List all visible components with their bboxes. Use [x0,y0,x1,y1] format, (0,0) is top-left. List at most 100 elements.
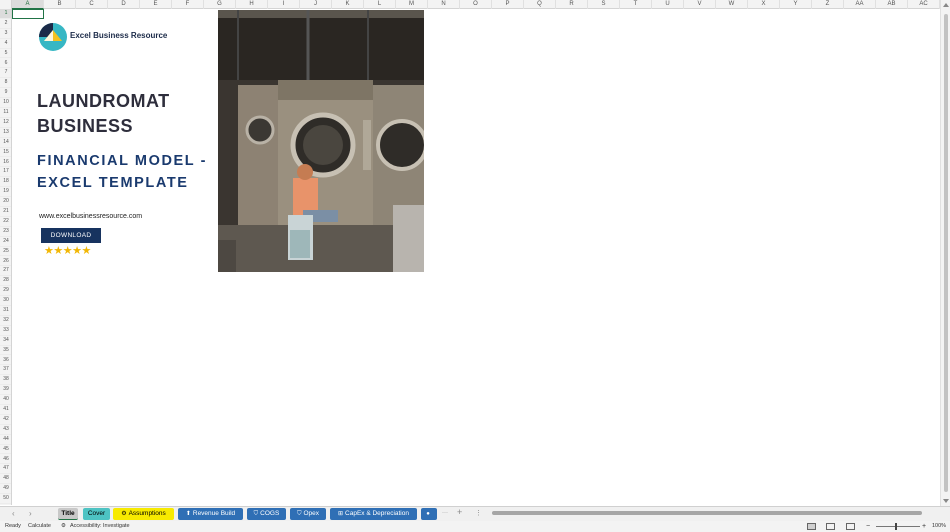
column-header[interactable]: AA [844,0,876,9]
column-header[interactable]: Q [524,0,556,9]
row-header[interactable]: 4 [0,39,11,49]
row-header[interactable]: 7 [0,68,11,79]
tab-scroll-left-icon[interactable]: ‹ [12,509,15,518]
row-header[interactable]: 15 [0,148,11,158]
tab-options-icon[interactable]: ⋮ [475,509,482,517]
column-header[interactable]: A [12,0,44,9]
row-header[interactable]: 22 [0,217,11,227]
row-header[interactable]: 18 [0,177,11,188]
row-header[interactable]: 14 [0,138,11,148]
page-break-preview-icon[interactable] [846,523,855,530]
zoom-slider-thumb[interactable] [895,523,897,530]
column-header[interactable]: R [556,0,588,9]
sheet-tab[interactable]: ⚙ Assumptions [113,508,174,520]
scroll-up-icon[interactable] [943,3,949,7]
column-header[interactable]: C [76,0,108,9]
vertical-scrollbar[interactable] [940,0,950,506]
row-header[interactable]: 1 [0,9,11,19]
column-header[interactable]: F [172,0,204,9]
column-header[interactable]: P [492,0,524,9]
column-header[interactable]: G [204,0,236,9]
sheet-tab[interactable]: ⛉ COGS [247,508,286,520]
row-header[interactable]: 31 [0,306,11,316]
sheet-tab[interactable]: Cover [83,508,110,520]
column-header[interactable]: W [716,0,748,9]
row-header[interactable]: 11 [0,108,11,118]
row-header[interactable]: 17 [0,167,11,178]
column-header[interactable]: V [684,0,716,9]
row-header[interactable]: 45 [0,445,11,455]
zoom-in-icon[interactable]: + [922,521,926,532]
scroll-down-icon[interactable] [943,499,949,503]
column-header[interactable]: B [44,0,76,9]
row-header[interactable]: 23 [0,227,11,237]
column-header[interactable]: L [364,0,396,9]
column-header[interactable]: M [396,0,428,9]
vertical-scroll-thumb[interactable] [944,14,948,492]
row-header[interactable]: 33 [0,326,11,336]
column-header[interactable]: D [108,0,140,9]
column-header[interactable]: U [652,0,684,9]
row-header[interactable]: 49 [0,484,11,495]
row-header[interactable]: 16 [0,158,11,168]
zoom-slider[interactable] [876,526,920,527]
sheet-tab[interactable]: ● [421,508,437,520]
row-header[interactable]: 36 [0,356,11,366]
status-accessibility[interactable]: Accessibility: Investigate [70,521,130,532]
column-header[interactable]: E [140,0,172,9]
row-header[interactable]: 10 [0,98,11,108]
zoom-out-icon[interactable]: − [866,521,870,532]
column-header[interactable]: N [428,0,460,9]
horizontal-scrollbar[interactable] [488,511,936,516]
row-header[interactable]: 27 [0,266,11,277]
column-header[interactable]: J [300,0,332,9]
row-header[interactable]: 34 [0,336,11,346]
row-header[interactable]: 30 [0,296,11,306]
row-header[interactable]: 38 [0,375,11,386]
row-header[interactable]: 24 [0,237,11,247]
row-header[interactable]: 50 [0,494,11,504]
row-header[interactable]: 19 [0,187,11,198]
page-layout-view-icon[interactable] [826,523,835,530]
row-header[interactable]: 40 [0,395,11,405]
column-header[interactable]: K [332,0,364,9]
row-header[interactable]: 6 [0,59,11,69]
row-header[interactable]: 41 [0,405,11,415]
row-header[interactable]: 20 [0,197,11,207]
zoom-level[interactable]: 100% [932,521,946,532]
column-header[interactable]: Z [812,0,844,9]
row-header[interactable]: 29 [0,286,11,297]
column-header[interactable]: X [748,0,780,9]
status-calculate[interactable]: Calculate [28,521,51,532]
row-header[interactable]: 39 [0,385,11,396]
row-header[interactable]: 47 [0,464,11,475]
add-sheet-icon[interactable]: + [457,507,462,517]
website-link[interactable]: www.excelbusinessresource.com [39,213,142,220]
row-header[interactable]: 35 [0,346,11,356]
row-header[interactable]: 43 [0,425,11,435]
row-header[interactable]: 28 [0,276,11,287]
row-header[interactable]: 3 [0,29,11,39]
download-button[interactable]: DOWNLOAD [41,228,101,243]
select-all-corner[interactable] [0,0,12,9]
row-header[interactable]: 12 [0,118,11,128]
column-header[interactable]: I [268,0,300,9]
column-header[interactable]: T [620,0,652,9]
column-header[interactable]: S [588,0,620,9]
row-header[interactable]: 21 [0,207,11,217]
row-header[interactable]: 2 [0,19,11,29]
row-header[interactable]: 9 [0,88,11,99]
column-header[interactable]: AC [908,0,940,9]
row-header[interactable]: 8 [0,78,11,89]
worksheet-grid[interactable] [12,9,940,505]
sheet-tab[interactable]: ⊞ CapEx & Depreciation [330,508,417,520]
sheet-tab[interactable]: Title [58,508,78,520]
row-header[interactable]: 5 [0,49,11,59]
column-header[interactable]: Y [780,0,812,9]
row-header[interactable]: 42 [0,415,11,425]
row-header[interactable]: 25 [0,247,11,257]
row-header[interactable]: 32 [0,316,11,326]
row-header[interactable]: 13 [0,128,11,138]
row-header[interactable]: 46 [0,455,11,465]
row-header[interactable]: 37 [0,365,11,376]
